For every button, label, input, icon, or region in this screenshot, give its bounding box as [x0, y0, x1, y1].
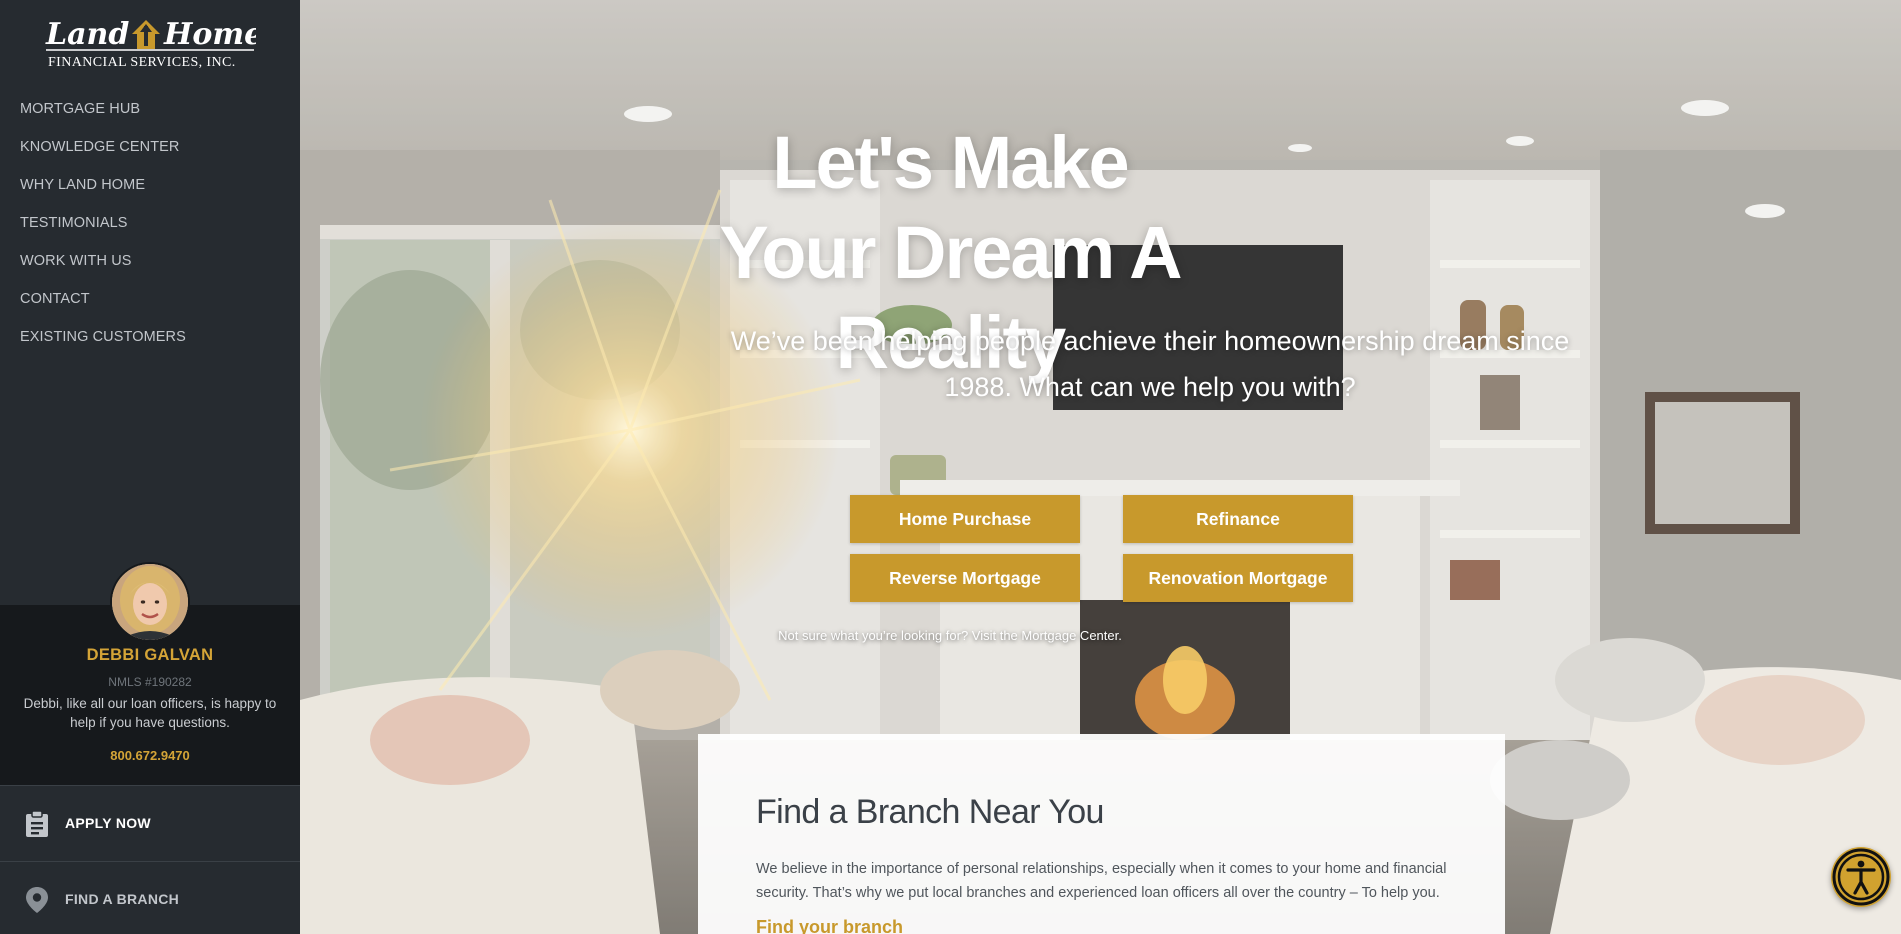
- loan-officer-name: DEBBI GALVAN: [86, 646, 214, 664]
- loan-officer-nmls: NMLS #190282: [108, 675, 192, 689]
- find-branch-heading: Find a Branch Near You: [756, 793, 1104, 831]
- nav-item-testimonials[interactable]: TESTIMONIALS: [0, 204, 300, 242]
- hero-subtitle: We’ve been helping people achieve their …: [730, 326, 1570, 402]
- nav-item-work-with-us[interactable]: WORK WITH US: [0, 242, 300, 280]
- nav-item-why-land-home[interactable]: WHY LAND HOME: [0, 166, 300, 204]
- nav-item-existing-customers[interactable]: EXISTING CUSTOMERS: [0, 318, 300, 356]
- svg-text:Land: Land: [45, 17, 129, 52]
- clipboard-icon: [24, 810, 50, 838]
- mortgage-center-link[interactable]: Not sure what you’re looking for? Visit …: [700, 628, 1200, 643]
- find-branch-card: Find a Branch Near You We believe in the…: [698, 734, 1505, 934]
- apply-now-button[interactable]: APPLY NOW: [0, 785, 300, 861]
- svg-text:Home: Home: [163, 17, 256, 52]
- nav-item-mortgage-hub[interactable]: MORTGAGE HUB: [0, 90, 300, 128]
- accessibility-icon: [1832, 848, 1890, 906]
- home-purchase-button[interactable]: Home Purchase: [850, 495, 1080, 543]
- nav-item-knowledge-center[interactable]: KNOWLEDGE CENTER: [0, 128, 300, 166]
- find-a-branch-label: FIND A BRANCH: [65, 891, 180, 907]
- main-nav: MORTGAGE HUB KNOWLEDGE CENTER WHY LAND H…: [0, 90, 300, 356]
- accessibility-button[interactable]: [1831, 847, 1891, 907]
- find-your-branch-link[interactable]: Find your branch: [756, 917, 903, 934]
- nav-item-contact[interactable]: CONTACT: [0, 280, 300, 318]
- map-pin-icon: [24, 886, 50, 914]
- company-logo[interactable]: Land Home FINANCIAL SERVICES, INC.: [44, 14, 263, 76]
- refinance-button[interactable]: Refinance: [1123, 495, 1353, 543]
- reverse-mortgage-button[interactable]: Reverse Mortgage: [850, 554, 1080, 602]
- apply-now-label: APPLY NOW: [65, 815, 151, 831]
- loan-officer-message: Debbi, like all our loan officers, is ha…: [23, 696, 277, 730]
- renovation-mortgage-button[interactable]: Renovation Mortgage: [1123, 554, 1353, 602]
- loan-officer-phone[interactable]: 800.672.9470: [0, 748, 300, 763]
- find-a-branch-button[interactable]: FIND A BRANCH: [0, 861, 300, 934]
- hero-section: Let's Make Your Dream A Reality We’ve be…: [300, 0, 1901, 934]
- sidebar: Land Home FINANCIAL SERVICES, INC. MORTG…: [0, 0, 300, 934]
- loan-officer-avatar: [112, 564, 188, 640]
- logo-mark: Land Home FINANCIAL SERVICES, INC.: [45, 17, 263, 70]
- svg-text:FINANCIAL SERVICES, INC.: FINANCIAL SERVICES, INC.: [48, 55, 236, 70]
- find-branch-description: We believe in the importance of personal…: [756, 861, 1447, 901]
